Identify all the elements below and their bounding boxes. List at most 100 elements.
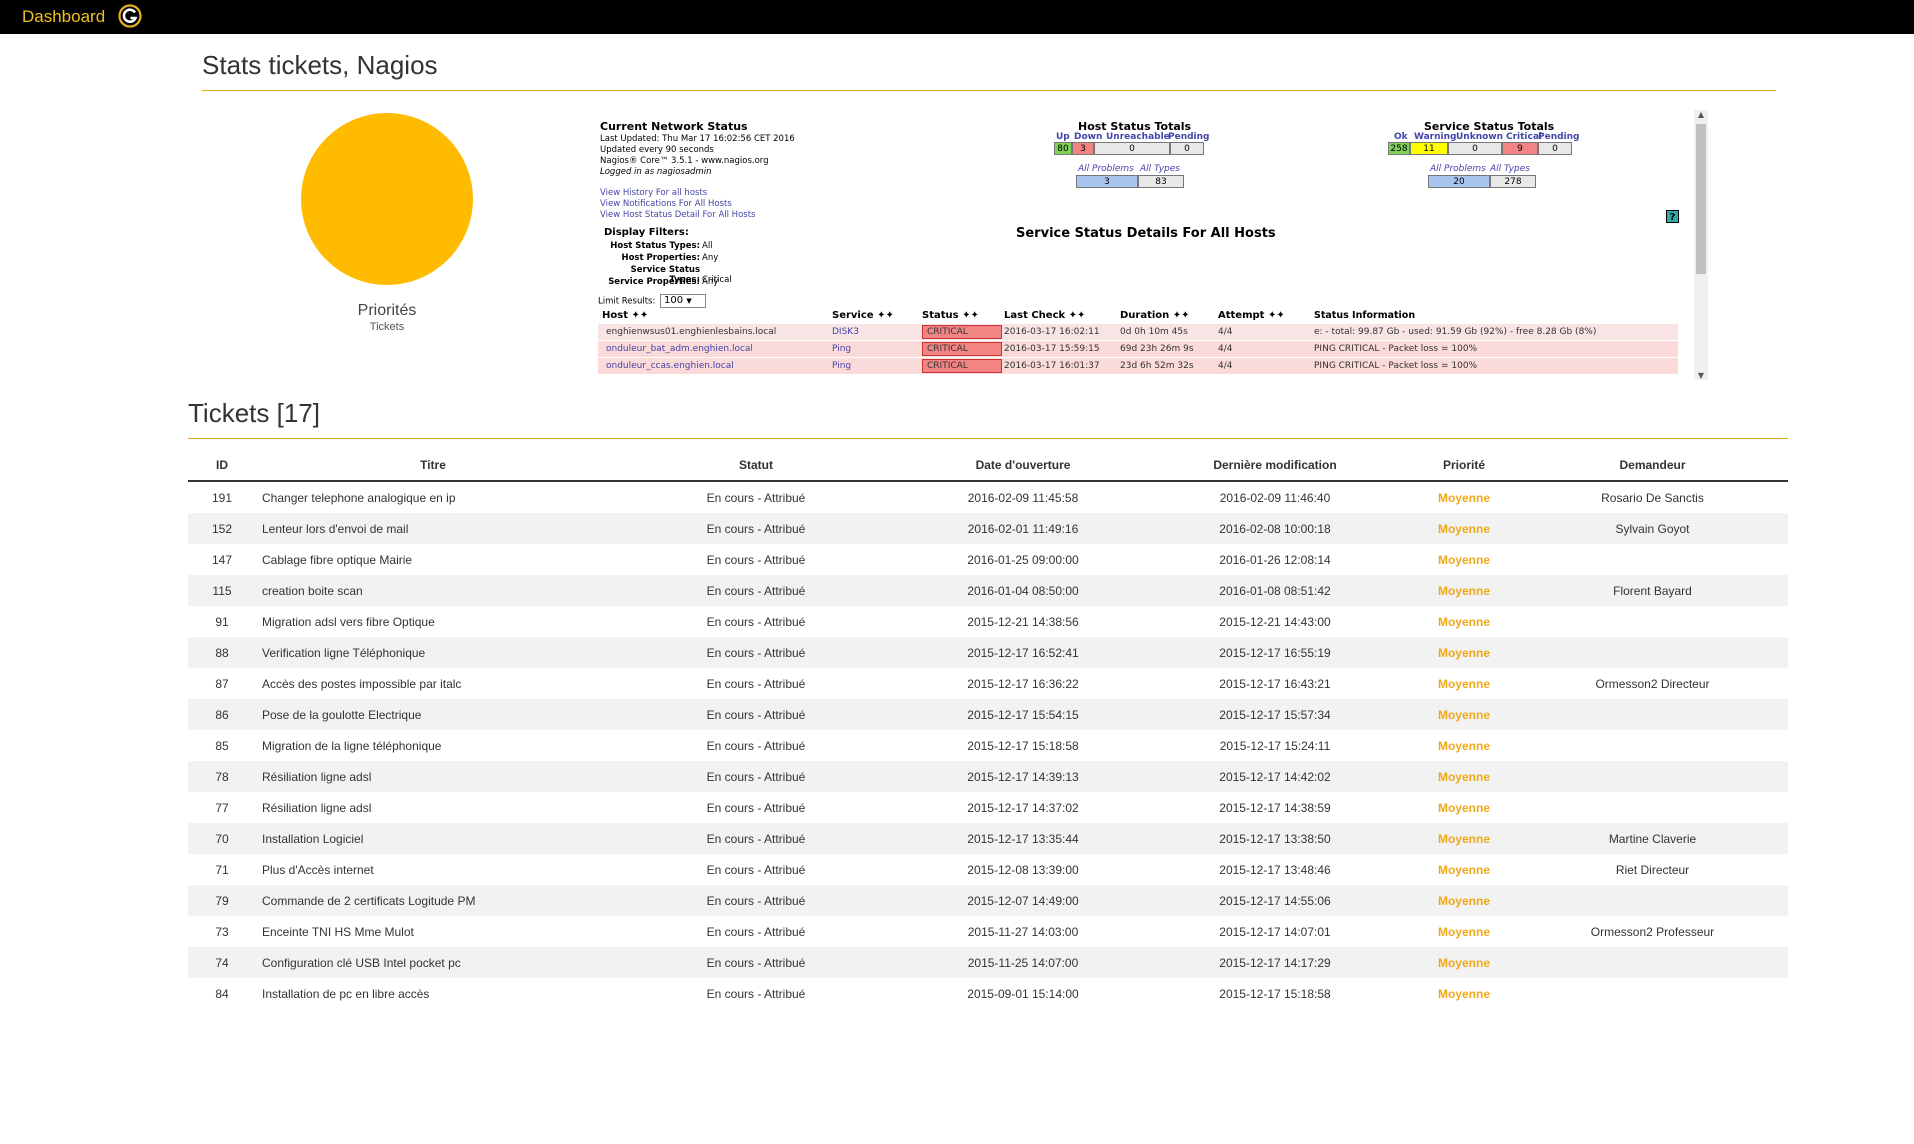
totals-count[interactable]: 11: [1410, 142, 1448, 155]
ticket-title[interactable]: Résiliation ligne adsl: [256, 792, 605, 823]
ticket-title[interactable]: Migration de la ligne téléphonique: [256, 730, 605, 761]
pie-slice-moyenne[interactable]: [301, 113, 473, 285]
col-derniere-modification[interactable]: Dernière modification: [1139, 450, 1411, 482]
totals-sub-count[interactable]: 20: [1428, 175, 1490, 188]
sort-icon[interactable]: ✦✦: [877, 310, 894, 321]
ticket-title[interactable]: Accès des postes impossible par italc: [256, 668, 605, 699]
col-id[interactable]: ID: [188, 450, 256, 482]
ticket-title[interactable]: Résiliation ligne adsl: [256, 761, 605, 792]
table-row[interactable]: 78 Résiliation ligne adsl En cours - Attri…: [188, 761, 1788, 792]
table-row[interactable]: 152 Lenteur lors d'envoi de mail En cours …: [188, 513, 1788, 544]
sort-icon[interactable]: ✦✦: [1069, 310, 1086, 321]
table-row[interactable]: 74 Configuration clé USB Intel pocket pc E…: [188, 947, 1788, 978]
service-link[interactable]: Ping: [832, 341, 851, 357]
host-link[interactable]: onduleur_ccas.enghien.local: [606, 358, 734, 374]
col-service[interactable]: Service ✦✦: [832, 310, 894, 321]
sort-icon[interactable]: ✦✦: [962, 310, 979, 321]
table-row[interactable]: 91 Migration adsl vers fibre Optique En co…: [188, 606, 1788, 637]
table-row[interactable]: 147 Cablage fibre optique Mairie En cours …: [188, 544, 1788, 575]
totals-sub-label[interactable]: All Types: [1490, 164, 1530, 174]
totals-label[interactable]: Ok: [1394, 132, 1408, 142]
ticket-title[interactable]: Lenteur lors d'envoi de mail: [256, 513, 605, 544]
host-link[interactable]: enghienwsus01.enghienlesbains.local: [606, 324, 776, 340]
host-link[interactable]: onduleur_bat_adm.enghien.local: [606, 341, 753, 357]
nagios-frame[interactable]: Current Network Status Last Updated: Thu…: [598, 110, 1708, 380]
service-link[interactable]: DISK3: [832, 324, 859, 340]
totals-label[interactable]: Down: [1074, 132, 1102, 142]
table-row[interactable]: 79 Commande de 2 certificats Logitude PM E…: [188, 885, 1788, 916]
g-logo-icon[interactable]: [118, 4, 142, 28]
service-link[interactable]: Ping: [832, 358, 851, 374]
totals-label[interactable]: Unknown: [1456, 132, 1503, 142]
table-row[interactable]: 71 Plus d'Accès internet En cours - Attrib…: [188, 854, 1788, 885]
totals-sub-label[interactable]: All Types: [1140, 164, 1180, 174]
col-statut[interactable]: Statut: [605, 450, 907, 482]
col-priorite[interactable]: Priorité: [1411, 450, 1517, 482]
ticket-title[interactable]: Pose de la goulotte Electrique: [256, 699, 605, 730]
table-row[interactable]: 77 Résiliation ligne adsl En cours - Attri…: [188, 792, 1788, 823]
totals-count[interactable]: 0: [1538, 142, 1572, 155]
col-host[interactable]: Host ✦✦: [602, 310, 648, 321]
table-row[interactable]: 115 creation boite scan En cours - Attribu…: [188, 575, 1788, 606]
totals-sub-count[interactable]: 83: [1138, 175, 1184, 188]
dashboard-link[interactable]: Dashboard: [22, 7, 105, 27]
sort-icon[interactable]: ✦✦: [1268, 310, 1285, 321]
totals-label[interactable]: Pending: [1538, 132, 1579, 142]
table-row[interactable]: 86 Pose de la goulotte Electrique En cours…: [188, 699, 1788, 730]
ticket-title[interactable]: Changer telephone analogique en ip: [256, 481, 605, 513]
totals-count[interactable]: 9: [1502, 142, 1538, 155]
col-demandeur[interactable]: Demandeur: [1517, 450, 1788, 482]
totals-count[interactable]: 0: [1094, 142, 1170, 155]
totals-count[interactable]: 80: [1054, 142, 1072, 155]
col-attempt[interactable]: Attempt ✦✦: [1218, 310, 1285, 321]
col-titre[interactable]: Titre: [256, 450, 605, 482]
scroll-up-icon[interactable]: ▲: [1696, 110, 1706, 119]
view-history-link[interactable]: View History For all hosts: [600, 188, 707, 198]
ticket-title[interactable]: creation boite scan: [256, 575, 605, 606]
table-row[interactable]: 70 Installation Logiciel En cours - Attrib…: [188, 823, 1788, 854]
totals-label[interactable]: Unreachable: [1106, 132, 1170, 142]
ticket-title[interactable]: Installation de pc en libre accès: [256, 978, 605, 1009]
totals-label[interactable]: Pending: [1168, 132, 1209, 142]
totals-label[interactable]: Up: [1056, 132, 1070, 142]
col-duration[interactable]: Duration ✦✦: [1120, 310, 1190, 321]
table-row[interactable]: 73 Enceinte TNI HS Mme Mulot En cours - At…: [188, 916, 1788, 947]
help-icon[interactable]: ?: [1666, 210, 1679, 223]
ticket-title[interactable]: Verification ligne Téléphonique: [256, 637, 605, 668]
limit-results-select[interactable]: 100 ▼: [660, 294, 707, 308]
table-row[interactable]: 84 Installation de pc en libre accès En co…: [188, 978, 1788, 1009]
view-notifications-link[interactable]: View Notifications For All Hosts: [600, 199, 732, 209]
ticket-title[interactable]: Plus d'Accès internet: [256, 854, 605, 885]
totals-count[interactable]: 0: [1448, 142, 1502, 155]
pie-title: Priorités: [357, 302, 417, 319]
col-last-check[interactable]: Last Check ✦✦: [1004, 310, 1085, 321]
totals-count[interactable]: 3: [1072, 142, 1094, 155]
table-row[interactable]: 88 Verification ligne Téléphonique En cour…: [188, 637, 1788, 668]
totals-count[interactable]: 258: [1388, 142, 1410, 155]
ticket-title[interactable]: Enceinte TNI HS Mme Mulot: [256, 916, 605, 947]
ticket-title[interactable]: Migration adsl vers fibre Optique: [256, 606, 605, 637]
totals-sub-label[interactable]: All Problems: [1078, 164, 1134, 174]
totals-label[interactable]: Critical: [1506, 132, 1542, 142]
ticket-title[interactable]: Installation Logiciel: [256, 823, 605, 854]
sort-icon[interactable]: ✦✦: [1173, 310, 1190, 321]
totals-sub-count[interactable]: 3: [1076, 175, 1138, 188]
totals-label[interactable]: Warning: [1414, 132, 1456, 142]
scroll-down-icon[interactable]: ▼: [1696, 371, 1706, 380]
totals-count[interactable]: 0: [1170, 142, 1204, 155]
ticket-title[interactable]: Cablage fibre optique Mairie: [256, 544, 605, 575]
scrollbar-thumb[interactable]: [1696, 124, 1706, 274]
frame-scrollbar[interactable]: ▲ ▼: [1694, 110, 1708, 380]
totals-sub-label[interactable]: All Problems: [1430, 164, 1486, 174]
ticket-opened-date: 2016-01-04 08:50:00: [907, 575, 1139, 606]
table-row[interactable]: 85 Migration de la ligne téléphonique En c…: [188, 730, 1788, 761]
table-row[interactable]: 191 Changer telephone analogique en ip En …: [188, 481, 1788, 513]
sort-icon[interactable]: ✦✦: [631, 310, 648, 321]
totals-sub-count[interactable]: 278: [1490, 175, 1536, 188]
view-host-status-link[interactable]: View Host Status Detail For All Hosts: [600, 210, 755, 220]
ticket-title[interactable]: Commande de 2 certificats Logitude PM: [256, 885, 605, 916]
col-status[interactable]: Status ✦✦: [922, 310, 979, 321]
table-row[interactable]: 87 Accès des postes impossible par italc E…: [188, 668, 1788, 699]
col-date-ouverture[interactable]: Date d'ouverture: [907, 450, 1139, 482]
ticket-title[interactable]: Configuration clé USB Intel pocket pc: [256, 947, 605, 978]
